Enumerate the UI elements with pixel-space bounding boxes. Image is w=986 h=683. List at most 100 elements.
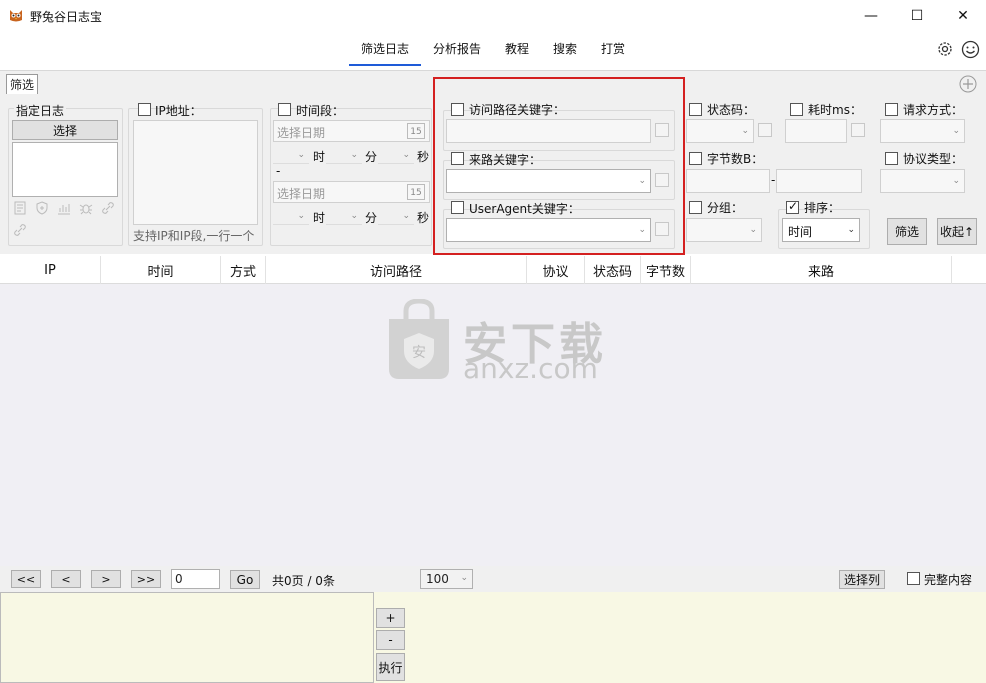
end-second-label: 秒: [417, 211, 430, 225]
bug-icon[interactable]: [78, 200, 94, 216]
column-referer[interactable]: 来路: [691, 256, 952, 284]
column-bytes[interactable]: 字节数: [641, 256, 691, 284]
sort-checkbox[interactable]: [786, 199, 799, 214]
start-hour-select[interactable]: ⌄: [273, 146, 309, 164]
ip-label: IP地址：: [155, 104, 202, 118]
column-ip[interactable]: IP: [0, 256, 101, 284]
time-ms-option[interactable]: [851, 123, 865, 137]
status-code-select[interactable]: ⌄: [686, 119, 754, 143]
calendar-icon[interactable]: 15: [407, 184, 425, 200]
request-method-label: 请求方式：: [903, 103, 964, 117]
filter-button[interactable]: 筛选: [887, 218, 927, 245]
end-minute-label: 分: [365, 211, 378, 225]
protocol-type-select[interactable]: ⌄: [880, 169, 965, 193]
time-ms-input[interactable]: [785, 119, 847, 143]
prev-page-button[interactable]: <: [51, 570, 81, 588]
time-range-label: 时间段：: [296, 104, 345, 118]
close-button[interactable]: ✕: [940, 0, 986, 32]
add-circle-icon[interactable]: [959, 75, 977, 93]
unlink-icon[interactable]: [12, 222, 28, 238]
page-input[interactable]: 0: [171, 569, 220, 589]
time-ms-checkbox[interactable]: [790, 103, 803, 116]
document-icon[interactable]: [12, 200, 28, 216]
tab-filter[interactable]: 筛选: [6, 74, 38, 94]
log-toolbar: [12, 200, 118, 240]
ip-textarea[interactable]: [133, 120, 258, 225]
minimize-button[interactable]: —: [848, 0, 894, 32]
column-status-code[interactable]: 状态码: [585, 256, 641, 284]
close-icon: ✕: [957, 8, 969, 24]
table-header: IP 时间 方式 访问路径 协议 状态码 字节数 来路: [0, 256, 986, 284]
status-code-label: 状态码：: [707, 103, 756, 117]
start-date-placeholder: 选择日期: [277, 126, 326, 140]
full-content-checkbox[interactable]: [907, 572, 920, 585]
start-minute-select[interactable]: ⌄: [326, 146, 362, 164]
select-log-button[interactable]: 选择: [12, 120, 118, 140]
remove-button[interactable]: -: [376, 630, 405, 650]
status-code-option[interactable]: [758, 123, 772, 137]
end-date-picker[interactable]: 选择日期 15: [273, 181, 430, 203]
end-hour-select[interactable]: ⌄: [273, 207, 309, 225]
bytes-checkbox[interactable]: [689, 152, 702, 165]
add-button[interactable]: +: [376, 608, 405, 628]
end-minute-select[interactable]: ⌄: [326, 207, 362, 225]
request-method-select[interactable]: ⌄: [880, 119, 965, 143]
next-page-button[interactable]: >: [91, 570, 121, 588]
select-columns-button[interactable]: 选择列: [839, 570, 885, 589]
menu-donate[interactable]: 打赏: [601, 40, 625, 57]
menu-filter-log[interactable]: 筛选日志: [361, 40, 409, 57]
time-range-dash: -: [276, 164, 281, 178]
go-button[interactable]: Go: [230, 570, 260, 589]
smiley-icon[interactable]: [961, 40, 980, 59]
column-protocol[interactable]: 协议: [527, 256, 585, 284]
status-code-checkbox[interactable]: [689, 103, 702, 116]
menu-analysis-report[interactable]: 分析报告: [433, 40, 481, 57]
start-minute-label: 分: [365, 150, 378, 164]
first-page-button[interactable]: <<: [11, 570, 41, 588]
ip-checkbox[interactable]: [138, 103, 151, 116]
menu-tutorial[interactable]: 教程: [505, 40, 529, 57]
protocol-type-checkbox[interactable]: [885, 152, 898, 165]
bytes-min-input[interactable]: [686, 169, 770, 193]
gear-icon[interactable]: [936, 40, 954, 58]
watermark-bag-icon: 安: [389, 299, 449, 379]
column-method[interactable]: 方式: [221, 256, 266, 284]
last-page-button[interactable]: >>: [131, 570, 161, 588]
group-checkbox[interactable]: [689, 201, 702, 214]
column-time[interactable]: 时间: [101, 256, 221, 284]
page-input-value: 0: [175, 572, 183, 586]
group-select[interactable]: ⌄: [686, 218, 762, 242]
maximize-button[interactable]: ☐: [894, 0, 940, 32]
column-path[interactable]: 访问路径: [266, 256, 527, 284]
sort-select-value: 时间: [788, 225, 813, 239]
page-size-value: 100: [426, 572, 449, 586]
chart-icon[interactable]: [56, 200, 72, 216]
bytes-max-input[interactable]: [776, 169, 862, 193]
page-size-select[interactable]: 100 ⌄: [420, 569, 473, 589]
start-date-picker[interactable]: 选择日期 15: [273, 120, 430, 142]
start-second-label: 秒: [417, 150, 430, 164]
sort-select[interactable]: 时间 ⌄: [782, 218, 860, 242]
active-menu-indicator: [349, 64, 421, 66]
menu-search[interactable]: 搜索: [553, 40, 577, 57]
request-method-checkbox[interactable]: [885, 103, 898, 116]
calendar-icon[interactable]: 15: [407, 123, 425, 139]
full-content-label: 完整内容: [924, 573, 973, 587]
start-second-select[interactable]: ⌄: [378, 146, 414, 164]
end-second-select[interactable]: ⌄: [378, 207, 414, 225]
ip-hint: 支持IP和IP段,一行一个: [133, 229, 255, 243]
link-icon[interactable]: [100, 200, 116, 216]
sort-label: 排序：: [804, 201, 841, 215]
script-editor[interactable]: [0, 592, 374, 683]
window-title: 野兔谷日志宝: [30, 10, 103, 24]
time-range-checkbox[interactable]: [278, 103, 291, 116]
shield-icon[interactable]: [34, 200, 50, 216]
time-ms-label: 耗时ms：: [808, 103, 862, 117]
execute-button[interactable]: 执行: [376, 653, 405, 681]
log-file-list[interactable]: [12, 142, 118, 197]
start-hour-label: 时: [313, 150, 326, 164]
watermark-subtext: anxz.com: [463, 352, 598, 385]
title-bar: 野兔谷日志宝 — ☐ ✕: [0, 0, 986, 32]
collapse-button[interactable]: 收起↑: [937, 218, 977, 245]
bytes-label: 字节数B：: [707, 152, 764, 166]
